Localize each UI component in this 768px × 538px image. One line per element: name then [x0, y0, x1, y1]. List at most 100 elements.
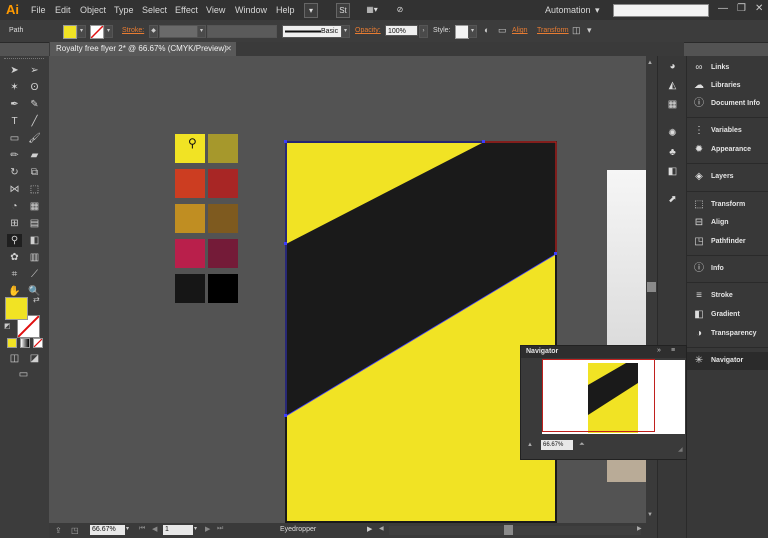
menu-object[interactable]: Object	[80, 5, 106, 15]
artboard-number-field[interactable]: 1	[163, 525, 193, 535]
toolbar-grip[interactable]	[4, 58, 44, 62]
stock-button[interactable]: St	[336, 3, 350, 18]
lasso-tool-icon[interactable]: ʘ	[27, 81, 42, 94]
drawing-mode-icon[interactable]: ◫	[7, 352, 22, 365]
panel-tab-document-info[interactable]: ⓘ Document Info	[687, 95, 768, 113]
graphic-styles-icon[interactable]: ◧	[666, 165, 679, 178]
panel-menu-icon[interactable]: ≡	[671, 347, 675, 354]
panel-tab-layers[interactable]: ◈ Layers	[687, 168, 768, 186]
transform-options-icon[interactable]: ◫	[572, 25, 581, 36]
navigator-proxy-view[interactable]	[542, 359, 655, 432]
default-colors-icon[interactable]: ◩	[4, 322, 11, 330]
stroke-weight-dropdown[interactable]: ▾	[197, 25, 206, 38]
collapse-panel-icon[interactable]: »	[657, 347, 661, 354]
eyedropper-tool-icon[interactable]: ⚲	[7, 234, 22, 247]
recolor-artwork-icon[interactable]: ◐	[484, 25, 489, 35]
panel-tab-libraries[interactable]: ☁ Libraries	[687, 77, 768, 95]
menu-select[interactable]: Select	[142, 5, 167, 15]
rotate-tool-icon[interactable]: ↻	[7, 166, 22, 179]
gradient-mode-icon[interactable]	[20, 338, 30, 348]
artboard-dropdown-icon[interactable]: ▾	[194, 525, 197, 532]
stroke-weight-stepper[interactable]: ◆	[149, 25, 158, 38]
last-artboard-icon[interactable]: ⏭	[217, 525, 223, 533]
eraser-tool-icon[interactable]: ▰	[27, 149, 42, 162]
minimize-icon[interactable]: —	[718, 3, 728, 14]
variable-width-profile[interactable]	[207, 25, 277, 38]
pencil-tool-icon[interactable]: ✏	[7, 149, 22, 162]
close-icon[interactable]: ✕	[755, 3, 763, 14]
navigator-header[interactable]: Navigator » ≡	[521, 346, 686, 358]
navigator-zoom-field[interactable]: 66.67%	[541, 440, 573, 450]
stroke-panel-link[interactable]: Stroke:	[122, 27, 144, 34]
screen-mode-icon[interactable]: ▭	[16, 368, 31, 381]
scroll-down-icon[interactable]: ▼	[647, 512, 653, 518]
menu-type[interactable]: Type	[114, 5, 134, 15]
pen-tool-icon[interactable]: ✒	[7, 98, 22, 111]
color-swatch[interactable]	[208, 274, 238, 303]
graphic-style-swatch[interactable]	[455, 25, 469, 39]
magic-wand-tool-icon[interactable]: ✶	[7, 81, 22, 94]
status-menu-icon[interactable]: ▶	[367, 525, 372, 533]
swap-fill-stroke-icon[interactable]: ⇄	[33, 295, 40, 304]
color-mode-icon[interactable]	[7, 338, 17, 348]
menu-effect[interactable]: Effect	[175, 5, 198, 15]
color-panel-icon[interactable]: ◕	[666, 60, 679, 73]
isolate-icon[interactable]: ▭	[498, 25, 507, 36]
panel-tab-stroke[interactable]: ≡ Stroke	[687, 287, 768, 305]
blend-tool-icon[interactable]: ◧	[27, 234, 42, 247]
color-swatch[interactable]	[175, 169, 205, 198]
slice-tool-icon[interactable]: ⟋	[27, 268, 42, 281]
artboard-navigation-icon[interactable]: ⇪	[55, 526, 62, 535]
symbols-panel-icon[interactable]: ♣	[666, 146, 679, 159]
paintbrush-tool-icon[interactable]: 🖌	[27, 132, 42, 145]
control-menu-icon[interactable]: ▾	[587, 25, 592, 36]
color-swatch[interactable]	[208, 239, 238, 268]
mesh-tool-icon[interactable]: ⊞	[7, 217, 22, 230]
fill-color-box[interactable]	[5, 297, 28, 320]
panel-tab-align[interactable]: ⊟ Align	[687, 214, 768, 232]
stroke-swatch[interactable]	[90, 25, 104, 39]
next-artboard-icon[interactable]: ▶	[205, 525, 210, 533]
opacity-field[interactable]: 100%	[385, 25, 418, 36]
document-tab[interactable]: Royalty free flyer 2* @ 66.67% (CMYK/Pre…	[50, 42, 236, 56]
color-guide-icon[interactable]: ◭	[666, 79, 679, 92]
line-segment-tool-icon[interactable]: ╱	[27, 115, 42, 128]
brushes-panel-icon[interactable]: ✺	[666, 127, 679, 140]
perspective-grid-tool-icon[interactable]: ▦	[27, 200, 42, 213]
resize-grip-icon[interactable]: ◢	[678, 446, 683, 453]
brush-dropdown[interactable]: ▾	[341, 25, 350, 38]
arrange-documents-button[interactable]: ▦▾	[362, 3, 382, 16]
horizontal-scroll-thumb[interactable]	[504, 525, 513, 535]
first-artboard-icon[interactable]: ⏮	[139, 525, 145, 533]
opacity-panel-link[interactable]: Opacity:	[355, 27, 381, 34]
brush-definition[interactable]: Basic	[282, 25, 342, 38]
artboard-tool-icon[interactable]: ⌗	[7, 268, 22, 281]
panel-tab-links[interactable]: ∞ Links	[687, 59, 768, 77]
rectangle-tool-icon[interactable]: ▭	[7, 132, 22, 145]
asset-export-icon[interactable]: ⬈	[666, 193, 679, 206]
color-swatch[interactable]	[208, 204, 238, 233]
curvature-tool-icon[interactable]: ✎	[27, 98, 42, 111]
scale-tool-icon[interactable]: ⧉	[27, 166, 42, 179]
panel-tab-gradient[interactable]: ◧ Gradient	[687, 306, 768, 324]
selection-tool-icon[interactable]: ➤	[7, 64, 22, 77]
document-icon[interactable]: ◳	[71, 526, 79, 535]
flyer-artwork[interactable]	[279, 136, 561, 523]
menu-window[interactable]: Window	[235, 5, 267, 15]
stroke-dropdown[interactable]: ▾	[104, 25, 113, 38]
scroll-left-icon[interactable]: ◀	[379, 525, 384, 532]
current-tool-status[interactable]: Eyedropper	[280, 526, 316, 533]
symbol-sprayer-tool-icon[interactable]: ✿	[7, 251, 22, 264]
panel-tab-pathfinder[interactable]: ◳ Pathfinder	[687, 233, 768, 251]
color-swatch[interactable]	[175, 204, 205, 233]
panel-tab-navigator[interactable]: ✳ Navigator	[687, 352, 768, 370]
stroke-weight-field[interactable]	[159, 25, 199, 38]
workspace-chevron-icon[interactable]: ▾	[595, 5, 600, 16]
free-transform-tool-icon[interactable]: ⬚	[27, 183, 42, 196]
color-swatch[interactable]	[175, 239, 205, 268]
transform-panel-link[interactable]: Transform	[537, 27, 569, 34]
shape-builder-tool-icon[interactable]: ◔	[7, 200, 22, 213]
panel-tab-appearance[interactable]: ✹ Appearance	[687, 141, 768, 159]
menu-view[interactable]: View	[206, 5, 225, 15]
workspace-switcher[interactable]: Automation	[545, 5, 591, 15]
